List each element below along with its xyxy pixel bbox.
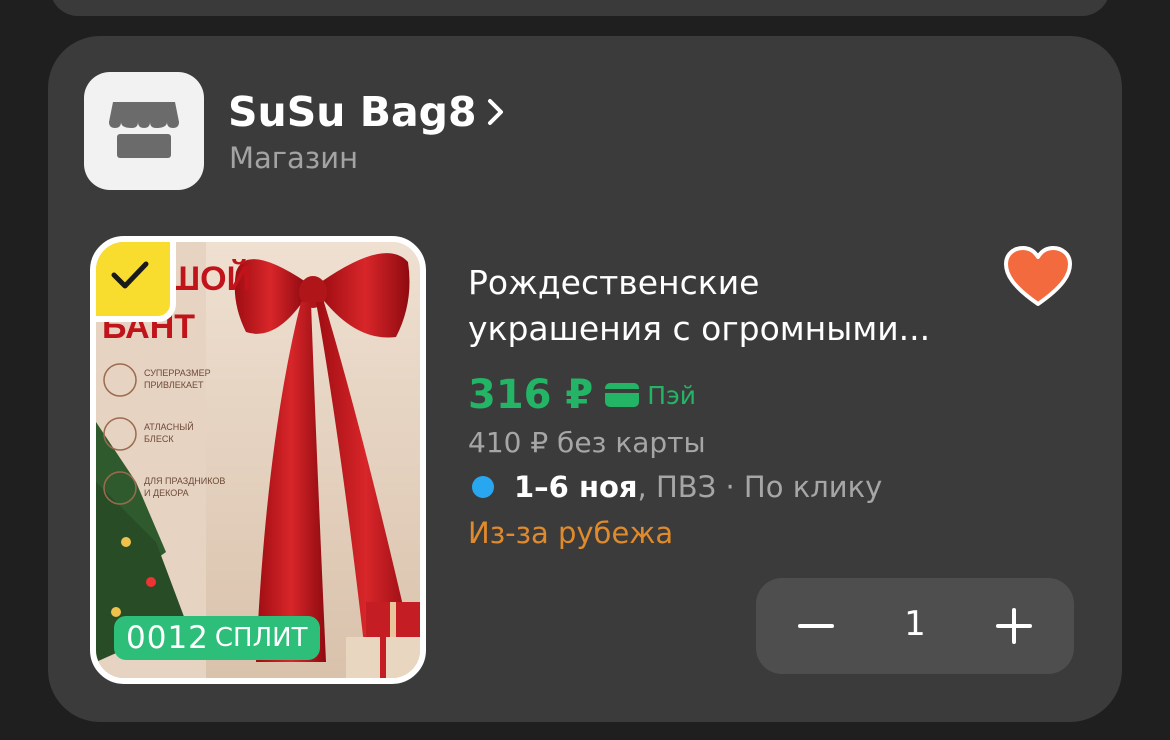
quantity-stepper: 1 <box>756 578 1074 674</box>
product-image[interactable]: ШОЙ БАНТ СУПЕРРАЗМЕР ПРИВЛЕКАЕТ АТЛАСНЫЙ… <box>90 236 426 684</box>
price-row: 316 ₽ Пэй <box>468 372 696 418</box>
minus-icon[interactable] <box>792 602 840 650</box>
quantity-value: 1 <box>904 604 926 644</box>
price: 316 ₽ <box>468 372 594 418</box>
plus-icon[interactable] <box>990 602 1038 650</box>
price-without-card: 410 ₽ без карты <box>468 426 706 459</box>
checkmark-icon <box>111 261 149 289</box>
store-name-link[interactable]: SuSu Bag8 <box>228 86 505 138</box>
image-headline-top: ШОЙ <box>166 259 251 298</box>
feature-3-line1: ДЛЯ ПРАЗДНИКОВ <box>144 476 225 486</box>
product-title[interactable]: Рождественские украшения с огромными... <box>468 260 988 352</box>
feature-1-line2: ПРИВЛЕКАЕТ <box>144 380 204 390</box>
product-title-line1[interactable]: Рождественские <box>468 260 988 306</box>
delivery-status-dot <box>472 476 494 498</box>
product-title-line2[interactable]: украшения с огромными... <box>468 306 988 352</box>
delivery-date: 1–6 ноя <box>514 470 638 504</box>
feature-2-line2: БЛЕСК <box>144 434 174 444</box>
delivery-method: , ПВЗ · По клику <box>637 470 883 504</box>
store-subtitle: Магазин <box>229 141 359 175</box>
favorite-heart-icon[interactable] <box>1004 246 1072 308</box>
feature-3-line2: И ДЕКОРА <box>144 488 189 498</box>
split-badge: 0012 СПЛИТ <box>114 616 320 660</box>
pay-label: Пэй <box>647 380 697 410</box>
storefront-icon[interactable] <box>84 72 204 190</box>
chevron-right-icon <box>487 99 503 125</box>
feature-2-line1: АТЛАСНЫЙ <box>144 421 194 432</box>
previous-card <box>50 0 1110 16</box>
checkbox-checked[interactable] <box>96 242 176 322</box>
feature-1-line1: СУПЕРРАЗМЕР <box>144 368 211 378</box>
split-number: 0012 <box>126 620 209 656</box>
split-label: СПЛИТ <box>214 623 308 653</box>
bank-card-icon <box>605 383 640 407</box>
origin-label: Из-за рубежа <box>468 516 674 550</box>
delivery-info: 1–6 ноя , ПВЗ · По клику <box>472 470 882 504</box>
store-name[interactable]: SuSu Bag8 <box>228 86 477 138</box>
cart-screen: SuSu Bag8 Магазин ШОЙ БАНТ СУПЕРРАЗМЕР П… <box>0 0 1170 740</box>
